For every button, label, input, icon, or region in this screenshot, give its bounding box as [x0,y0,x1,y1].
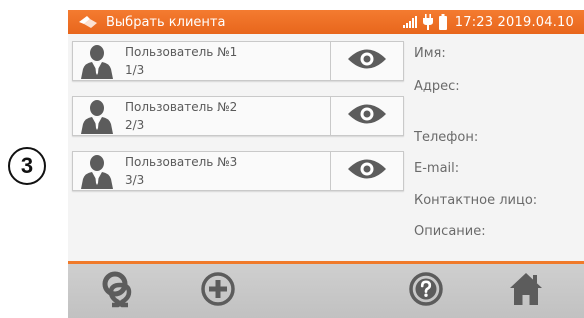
client-select-button[interactable]: Пользователь №3 3/3 [73,152,331,190]
step-marker: 3 [8,147,46,185]
user-icon [77,97,117,135]
client-select-button[interactable]: Пользователь №2 2/3 [73,97,331,135]
client-name: Пользователь №2 [125,100,238,114]
plug-icon [422,14,433,30]
home-button[interactable] [496,264,556,318]
phone-label: Телефон: [414,130,479,145]
eye-icon [347,103,387,129]
clock: 17:23 2019.04.10 [454,14,574,30]
status-bar: Выбрать клиента 17:23 2019.04.10 [68,10,584,34]
device-screen: Выбрать клиента 17:23 2019.04.10 Пользов… [68,10,584,318]
manual-figure: 3 Выбрать клиента 17:23 2019.04.10 Польз… [0,0,584,318]
add-client-button[interactable] [188,264,248,318]
help-button[interactable] [396,264,456,318]
user-icon [77,152,117,190]
screen-title: Выбрать клиента [106,14,226,30]
client-row[interactable]: Пользователь №3 3/3 [72,151,404,191]
view-client-button[interactable] [331,97,403,135]
client-index: 3/3 [125,173,145,187]
objects-icon [98,269,142,313]
battery-icon [438,14,447,30]
client-name: Пользователь №1 [125,45,238,59]
contact-person-label: Контактное лицо: [414,193,538,208]
help-icon [408,271,444,311]
client-row[interactable]: Пользователь №1 1/3 [72,41,404,81]
description-label: Описание: [414,224,486,239]
home-icon [508,272,544,310]
objects-button[interactable] [90,264,150,318]
eye-icon [347,158,387,184]
clients-icon [78,10,102,34]
client-row[interactable]: Пользователь №2 2/3 [72,96,404,136]
client-select-button[interactable]: Пользователь №1 1/3 [73,42,331,80]
bottom-toolbar [68,261,584,318]
signal-icon [402,16,417,28]
client-name: Пользователь №3 [125,155,238,169]
view-client-button[interactable] [331,152,403,190]
name-label: Имя: [414,46,446,61]
address-label: Адрес: [414,79,460,94]
user-icon [77,42,117,80]
email-label: E-mail: [414,161,460,176]
add-icon [200,271,236,311]
view-client-button[interactable] [331,42,403,80]
client-index: 2/3 [125,118,145,132]
client-index: 1/3 [125,63,145,77]
eye-icon [347,48,387,74]
